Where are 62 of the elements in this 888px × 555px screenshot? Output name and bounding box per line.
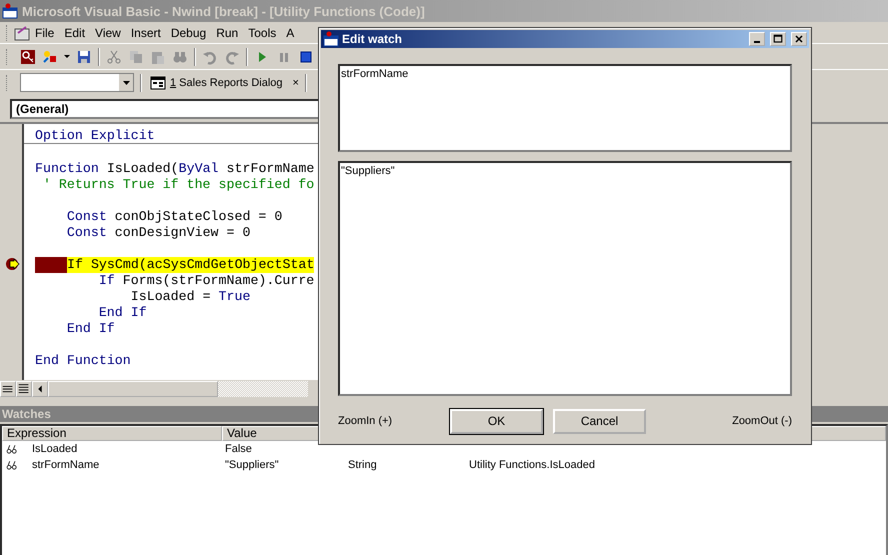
window-title: Microsoft Visual Basic - Nwind [break] - [Utility Functions (Code)] [22,4,425,18]
app-menu-icon[interactable] [14,24,30,40]
column-header[interactable]: Expression [2,426,222,441]
module-combo[interactable] [20,73,134,92]
minimize-button[interactable] [749,32,765,46]
watch-expression: strFormName [32,459,100,471]
maximize-button[interactable] [770,32,786,46]
form-icon [150,74,166,90]
watch-context: Utility Functions.IsLoaded [469,459,595,471]
stop-icon[interactable] [298,48,314,64]
access-key-icon[interactable] [20,48,36,64]
code-line: Const conObjStateClosed = 0 [66,209,282,225]
code-editor[interactable] [24,124,320,380]
save-icon[interactable] [76,48,92,64]
cut-icon[interactable] [106,48,122,64]
glasses-icon [6,459,18,471]
menu-item[interactable]: Tools [243,24,282,42]
shapes-icon[interactable] [42,48,58,64]
menu-item[interactable]: View [90,24,126,42]
lines-icon [17,382,31,396]
close-tab-button[interactable]: × [292,76,299,88]
code-line: End Function [35,353,131,369]
dropdown-caret-icon[interactable] [64,55,70,58]
full-module-view-button[interactable] [16,380,32,396]
menu-item[interactable]: Debug [166,24,212,42]
close-icon [793,33,805,45]
result-field[interactable]: "Suppliers" [338,161,792,396]
menu-item[interactable]: Run [211,24,244,42]
code-line: Const conDesignView = 0 [66,225,250,241]
current-statement: If SysCmd(acSysCmdGetObjectStat [67,257,314,273]
object-combo[interactable]: (General) [10,99,320,119]
watch-value: False [224,443,253,455]
dropdown-caret-icon [122,80,130,84]
code-line: Function IsLoaded(ByVal strFormName [35,161,314,177]
minimize-icon [754,41,760,43]
app-icon [2,3,18,19]
close-button[interactable] [791,32,807,46]
code-line: IsLoaded = True [130,289,250,305]
dialog-button[interactable]: OK [450,408,543,434]
code-line: ' Returns True if the specified fo [42,177,314,193]
procedure-view-button[interactable] [0,380,16,396]
maximize-icon [772,33,784,45]
code-line: Option Explicit [35,128,155,143]
window-tab[interactable]: 1 Sales Reports Dialog [148,74,285,90]
code-line: End If [98,305,147,321]
scroll-left-button[interactable] [32,380,48,396]
watch-expression: IsLoaded [32,443,78,455]
menu-item[interactable]: File [30,24,60,42]
watch-type: String [347,459,378,471]
expression-field[interactable]: strFormName [338,64,792,152]
dialog-title: Edit watch [342,32,404,46]
code-line: If Forms(strFormName).Curre [98,273,314,289]
scroll-thumb[interactable] [48,380,218,396]
glasses-icon [6,443,18,455]
breakpoint-highlight [35,257,67,273]
menu-item[interactable]: A [281,24,300,42]
dialog-button[interactable]: Cancel [553,408,646,434]
watch-value: "Suppliers" [224,459,280,471]
dialog-app-icon [323,31,339,47]
code-line: End If [66,321,115,337]
menu-item[interactable]: Insert [126,24,166,42]
menu-item[interactable]: Edit [59,24,90,42]
